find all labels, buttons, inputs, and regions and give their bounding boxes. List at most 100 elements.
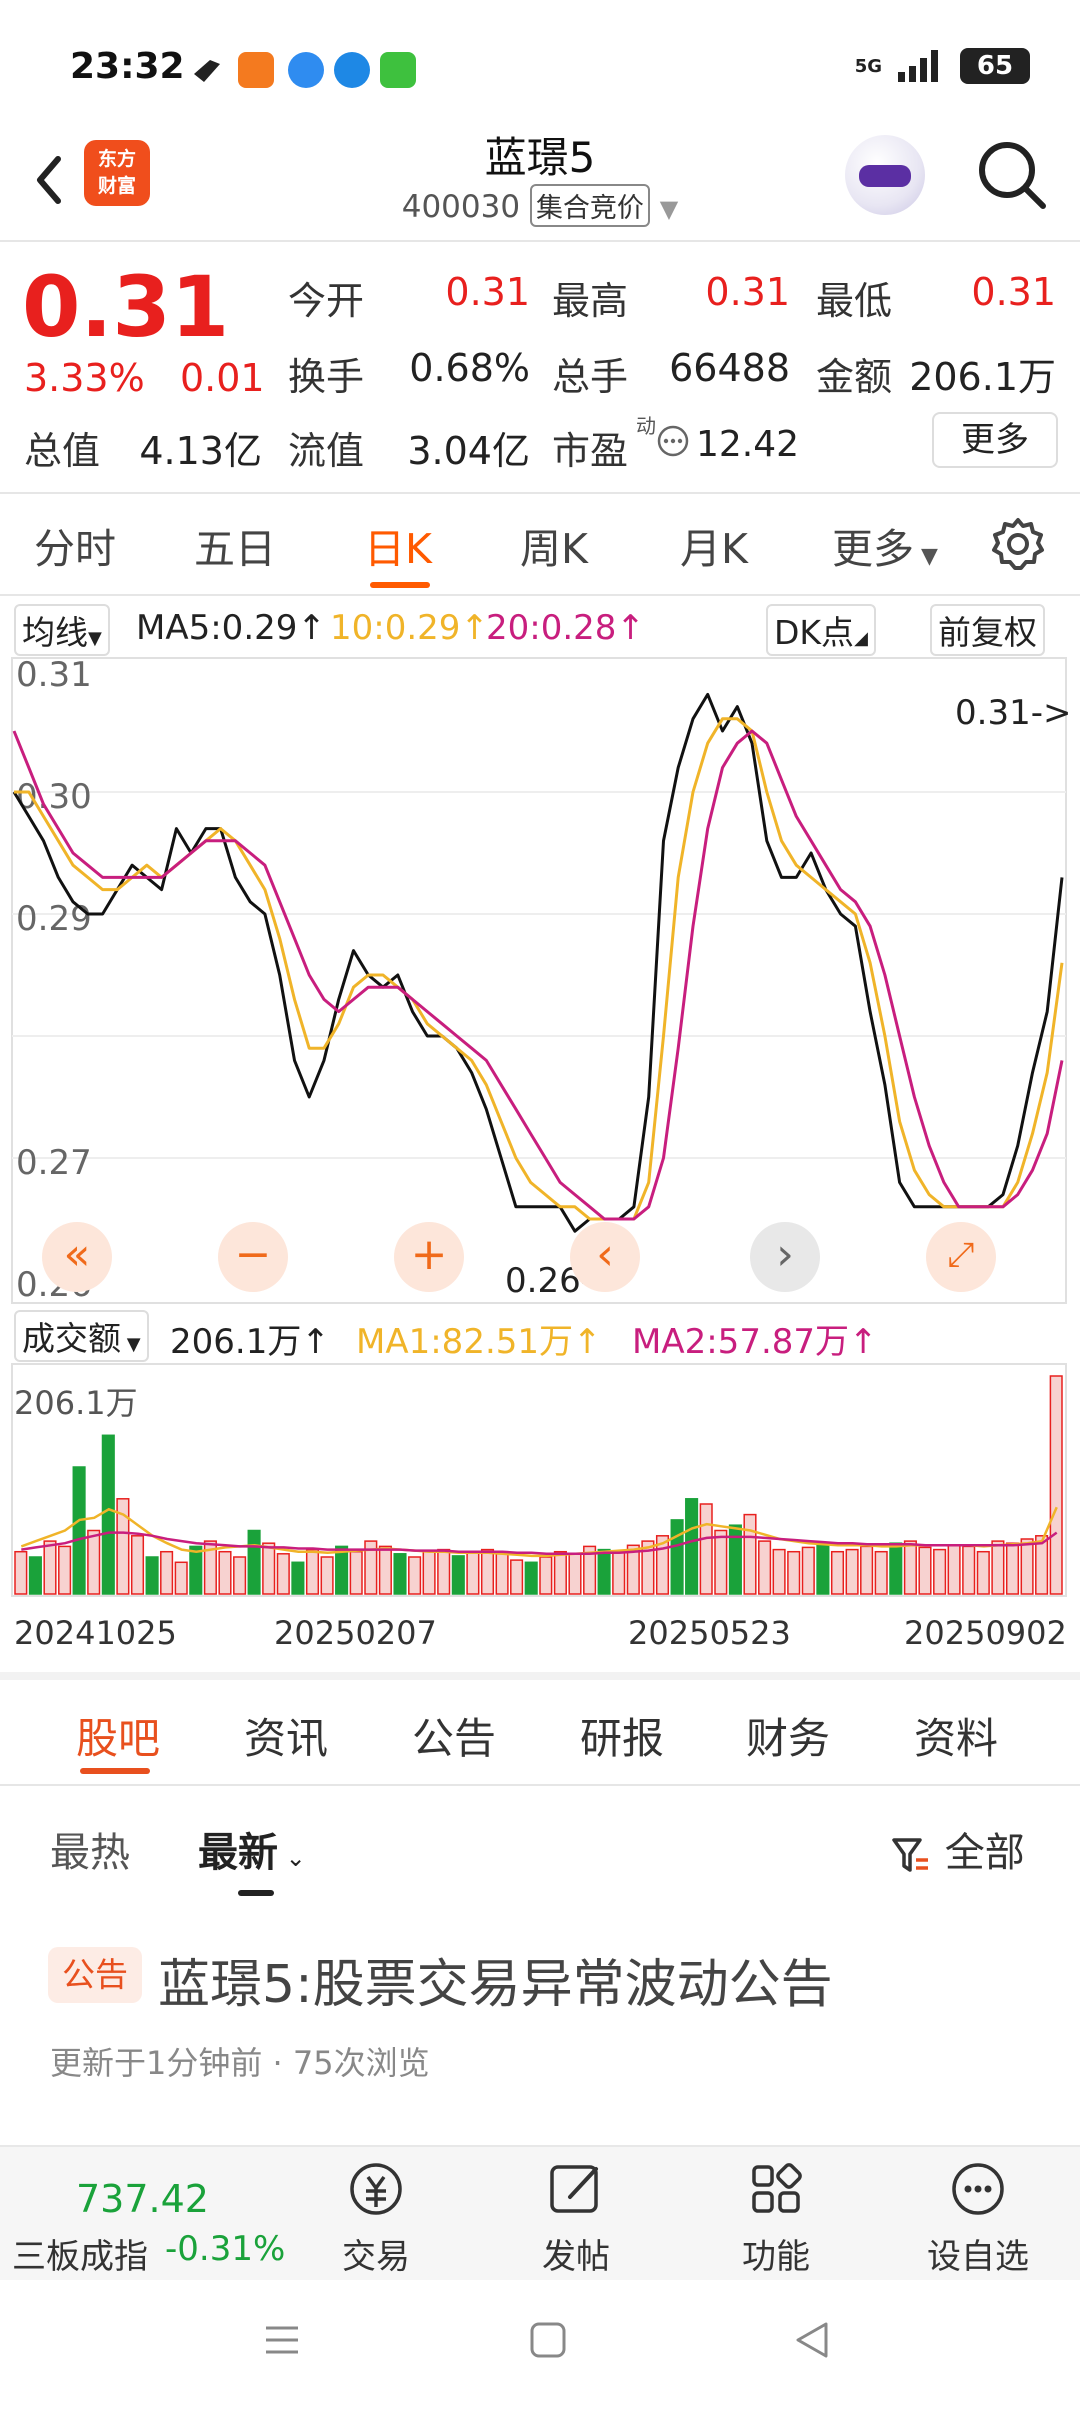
volume-x-tick: 20250523 bbox=[628, 1614, 791, 1652]
volume-bar bbox=[845, 1548, 859, 1595]
volume-bar bbox=[991, 1540, 1005, 1595]
volume-bar bbox=[728, 1524, 742, 1595]
tab-research[interactable]: 研报 bbox=[580, 1705, 664, 1766]
volume-x-tick: 20250207 bbox=[274, 1614, 437, 1652]
volume-bar bbox=[58, 1545, 72, 1595]
volume-bar bbox=[947, 1544, 961, 1595]
tab-news[interactable]: 资讯 bbox=[244, 1705, 328, 1766]
edit-icon bbox=[550, 2165, 598, 2213]
volume-bar bbox=[1005, 1542, 1020, 1595]
volume-bar bbox=[685, 1498, 699, 1595]
volume-bar bbox=[714, 1529, 728, 1595]
volume-x-tick: 20250902 bbox=[904, 1614, 1067, 1652]
post-title[interactable]: 蓝璟5:股票交易异常波动公告 bbox=[158, 1942, 833, 2017]
index-change[interactable]: -0.31% bbox=[165, 2229, 285, 2269]
volume-bar bbox=[130, 1535, 145, 1595]
volume-bar bbox=[612, 1550, 626, 1595]
news-divider bbox=[0, 1784, 1080, 1786]
volume-bar bbox=[976, 1550, 990, 1595]
sort-hot[interactable]: 最热 bbox=[50, 1820, 130, 1878]
volume-bar bbox=[962, 1545, 976, 1595]
trade-icon bbox=[350, 2163, 402, 2215]
volume-bar bbox=[772, 1548, 786, 1595]
back-nav-icon[interactable] bbox=[792, 2320, 832, 2360]
grid-icon bbox=[752, 2163, 802, 2213]
volume-bar bbox=[524, 1561, 538, 1595]
filter-label: 全部 bbox=[944, 1830, 1025, 1876]
volume-bar bbox=[539, 1556, 553, 1595]
post-meta: 更新于1分钟前 · 75次浏览 bbox=[50, 2044, 430, 2082]
tab-announcements[interactable]: 公告 bbox=[412, 1705, 496, 1766]
volume-bar bbox=[801, 1546, 815, 1595]
more-dots-icon bbox=[952, 2163, 1004, 2215]
volume-bar bbox=[699, 1503, 713, 1595]
tab-guba[interactable]: 股吧 bbox=[76, 1705, 160, 1766]
trade-button[interactable]: 交易 bbox=[306, 2157, 446, 2278]
volume-bar bbox=[160, 1550, 174, 1595]
bottom-bar: 737.42 三板成指 -0.31% 交易 发帖 功能 设自选 bbox=[0, 2145, 1080, 2280]
news-tab-indicator bbox=[80, 1768, 150, 1774]
volume-bar bbox=[233, 1556, 247, 1595]
volume-bar bbox=[480, 1548, 495, 1595]
volume-bar bbox=[305, 1548, 320, 1595]
volume-bar bbox=[830, 1550, 845, 1595]
volume-bar bbox=[670, 1519, 684, 1595]
volume-bar bbox=[393, 1553, 407, 1595]
volume-bar bbox=[903, 1540, 917, 1595]
volume-bar bbox=[247, 1529, 261, 1595]
volume-bar bbox=[14, 1550, 28, 1595]
volume-bar bbox=[422, 1550, 436, 1595]
volume-bar bbox=[349, 1550, 363, 1595]
volume-bar bbox=[495, 1553, 509, 1595]
home-icon[interactable] bbox=[528, 2320, 568, 2360]
post-button[interactable]: 发帖 bbox=[506, 2157, 646, 2278]
volume-bar bbox=[72, 1466, 86, 1595]
index-name[interactable]: 三板成指 bbox=[12, 2229, 148, 2278]
volume-bar bbox=[1020, 1538, 1034, 1595]
volume-bar bbox=[758, 1540, 772, 1595]
volume-bar bbox=[291, 1561, 305, 1595]
volume-bar bbox=[466, 1550, 480, 1595]
volume-bar bbox=[889, 1542, 903, 1595]
tab-finance[interactable]: 财务 bbox=[746, 1705, 830, 1766]
filter-button[interactable]: 全部 bbox=[890, 1820, 1025, 1878]
volume-bar bbox=[860, 1545, 874, 1595]
volume-bar bbox=[787, 1550, 801, 1595]
volume-bar bbox=[597, 1548, 611, 1595]
volume-bar bbox=[262, 1542, 276, 1595]
volume-bar bbox=[378, 1545, 392, 1595]
sort-latest[interactable]: 最新 ⌄ bbox=[198, 1820, 306, 1878]
volume-bar bbox=[437, 1548, 451, 1595]
index-value[interactable]: 737.42 bbox=[76, 2177, 209, 2221]
sort-latest-label: 最新 bbox=[198, 1830, 278, 1876]
post-tag: 公告 bbox=[48, 1947, 142, 2003]
volume-bar bbox=[933, 1548, 947, 1595]
volume-bar bbox=[320, 1556, 334, 1595]
filter-icon bbox=[892, 1838, 928, 1872]
volume-bar bbox=[335, 1545, 349, 1595]
volume-chart[interactable]: 20241025 20250207 20250523 20250902 bbox=[0, 0, 1080, 1680]
volume-bar bbox=[276, 1553, 290, 1595]
post-label: 发帖 bbox=[542, 2237, 610, 2277]
volume-bar bbox=[28, 1556, 42, 1595]
volume-bar bbox=[174, 1561, 188, 1595]
volume-bar bbox=[189, 1545, 203, 1595]
sort-chevron-icon: ⌄ bbox=[278, 1844, 306, 1872]
volume-bar bbox=[553, 1550, 567, 1595]
volume-bar bbox=[87, 1529, 101, 1595]
volume-bar bbox=[408, 1556, 422, 1595]
volume-bar bbox=[816, 1544, 830, 1595]
volume-bar bbox=[568, 1553, 582, 1595]
volume-bar bbox=[145, 1556, 159, 1595]
section-gap bbox=[0, 1672, 1080, 1680]
add-watchlist-button[interactable]: 设自选 bbox=[908, 2157, 1048, 2278]
volume-bar bbox=[451, 1555, 465, 1595]
trade-label: 交易 bbox=[342, 2237, 410, 2277]
volume-bar bbox=[918, 1546, 932, 1595]
volume-bar bbox=[1049, 1375, 1063, 1595]
tab-profile[interactable]: 资料 bbox=[914, 1705, 998, 1766]
functions-button[interactable]: 功能 bbox=[706, 2157, 846, 2278]
add-watchlist-label: 设自选 bbox=[927, 2237, 1029, 2277]
volume-x-tick: 20241025 bbox=[14, 1614, 177, 1652]
menu-icon[interactable] bbox=[262, 2320, 302, 2360]
